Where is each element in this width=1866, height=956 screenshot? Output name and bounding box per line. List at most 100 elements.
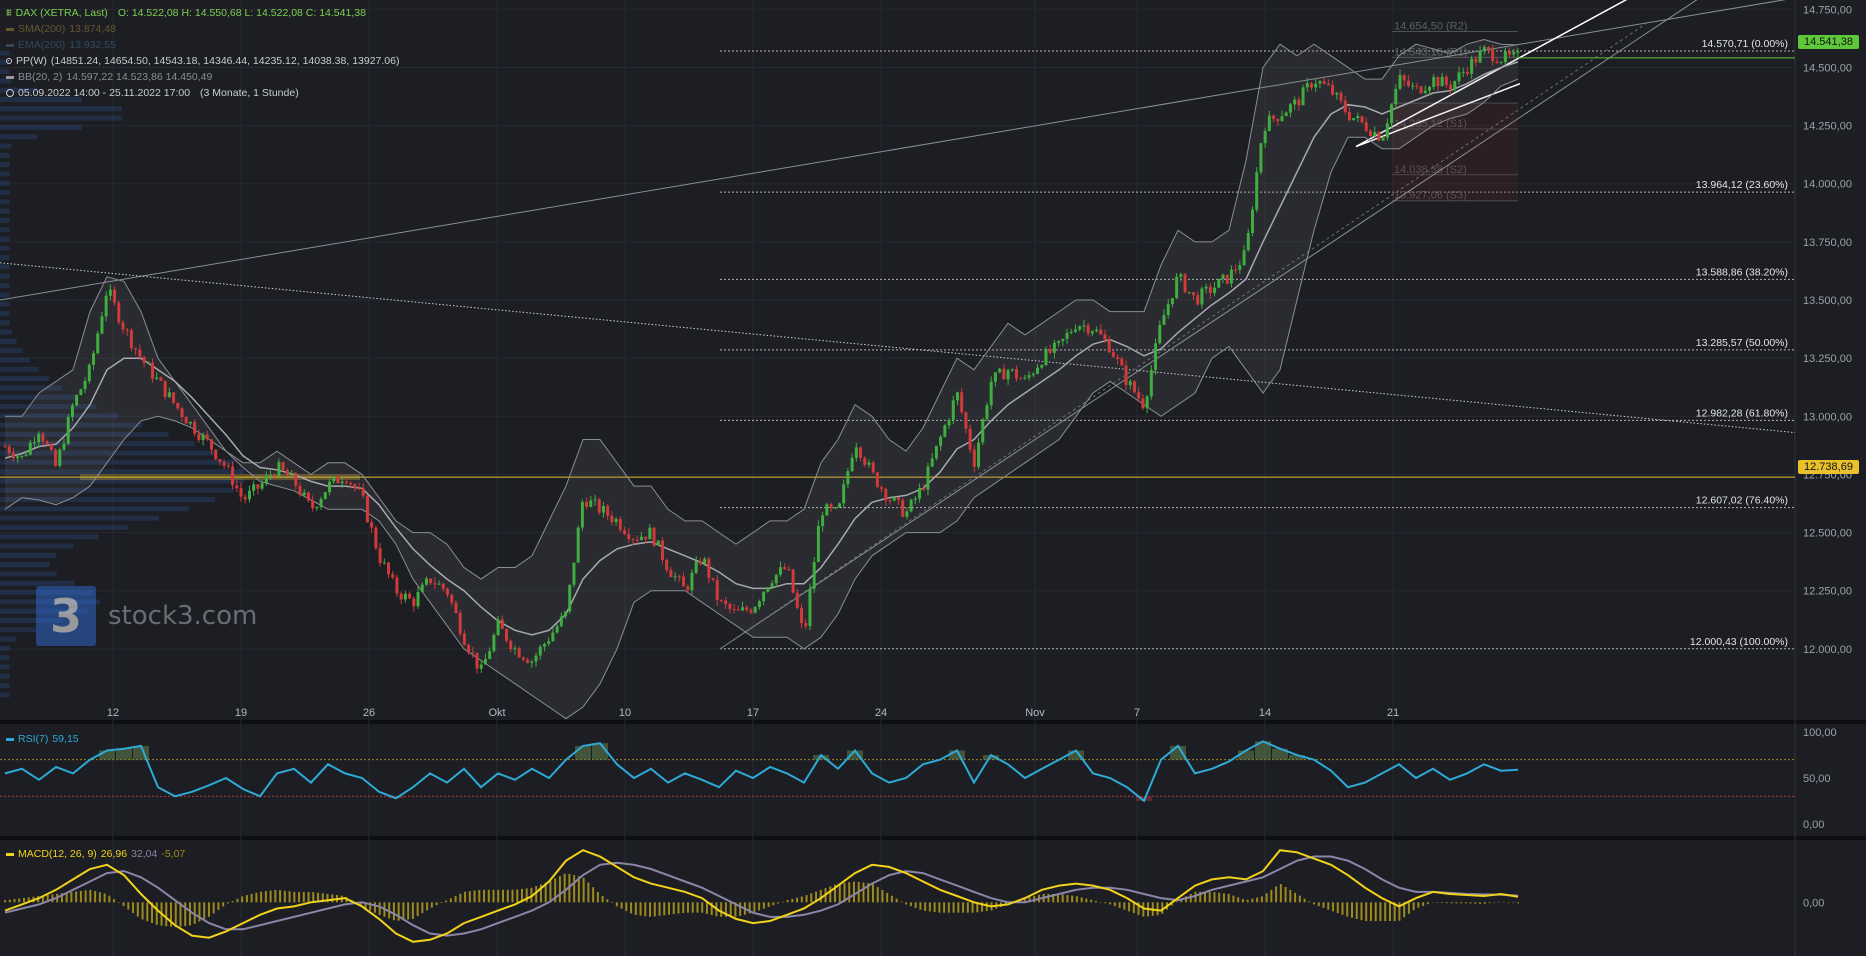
macd-histogram-bar [1502,901,1505,903]
fibonacci-level-label: 13.588,86 (38.20%) [1696,266,1788,278]
macd-histogram-bar [634,902,637,915]
macd-histogram-bar [1507,902,1510,903]
candle-body [197,433,201,440]
volume-profile-bar [0,217,10,223]
candle-body [49,444,53,450]
candle-body [669,570,673,578]
volume-profile-bar [0,366,39,372]
candle-body [218,459,222,462]
macd-histogram-bar [302,891,305,903]
candle-body [201,434,205,440]
candle-body [863,457,867,465]
macd-histogram-bar [79,890,82,903]
candle-body [601,506,605,513]
candle-body [378,548,382,563]
macd-histogram-bar [1128,902,1131,912]
macd-histogram-bar [274,889,277,903]
candle-body [142,356,146,363]
candle-body [509,640,513,650]
macd-histogram-bar [231,901,234,903]
candle-body [319,499,323,508]
candle-body [1179,274,1183,277]
candle-body [475,652,479,669]
macd-histogram-bar [89,889,92,903]
x-tick-label: 7 [1134,707,1140,719]
candle-body [311,500,315,509]
macd-histogram-bar [810,893,813,903]
candle-body [323,492,327,500]
volume-profile-bar [0,552,57,558]
macd-histogram-bar [767,902,770,907]
candle-body [1461,71,1465,73]
macd-histogram-bar [549,880,552,903]
macd-histogram-bar [924,902,927,911]
candle-body [1301,87,1305,106]
stock3-watermark: 3 stock3.com [36,586,257,646]
candle-body [1415,85,1419,87]
candle-body [256,484,260,489]
candle-body [83,381,87,390]
candle-body [441,583,445,589]
macd-histogram-bar [492,889,495,903]
candle-body [416,591,420,607]
volume-profile-bar [0,301,10,307]
candle-body [964,412,968,429]
candle-body [1280,116,1284,121]
macd-histogram-bar [245,895,248,903]
candle-body [458,612,462,634]
candle-body [783,567,787,570]
macd-histogram-bar [1123,902,1126,910]
macd-histogram-bar [905,902,908,905]
candle-body [1436,77,1440,87]
candle-body [1309,83,1313,88]
macd-histogram-bar [497,889,500,903]
x-tick-label: Okt [488,707,505,719]
candle-body [70,405,74,417]
candle-body [1491,49,1495,62]
candle-body [58,449,62,466]
candle-body [1132,381,1136,393]
pivot-points-icon [6,58,12,64]
y-tick-label: 13.750,00 [1803,237,1852,249]
macd-histogram-bar [1431,902,1434,903]
volume-profile-bar [0,562,50,568]
candle-body [656,540,660,546]
macd-histogram-bar [113,899,116,903]
candle-body [408,593,412,599]
y-tick-label: 14.500,00 [1803,62,1852,74]
candle-body [1234,269,1238,271]
candle-body [1208,286,1212,293]
candle-body [1360,116,1364,123]
macd-histogram-bar [1270,889,1273,903]
candle-body [1440,76,1444,87]
candle-body [1259,143,1263,173]
macd-histogram-bar [895,898,898,903]
candle-body [623,529,627,534]
candle-body [517,648,521,658]
macd-histogram-bar [241,896,244,903]
candle-body [741,607,745,611]
volume-profile-bar [0,134,38,140]
candle-body [1162,314,1166,325]
macd-histogram-bar [18,898,21,903]
macd-histogram-bar [985,902,988,912]
candle-body [745,607,749,610]
macd-histogram-bar [1350,902,1353,918]
x-tick-label: 17 [747,707,759,719]
macd-histogram-bar [1241,899,1244,903]
candle-body [934,445,938,459]
candle-body [1036,367,1040,374]
stock-chart[interactable]: 12 19 26 Okt 10 17 24 Nov 7 14 21 12.000,00 12.250,0… [0,0,1866,956]
macd-histogram-bar [805,895,808,903]
macd-histogram-bar [502,889,505,903]
macd-histogram-bar [373,902,376,913]
macd-histogram-bar [440,902,443,903]
macd-histogram-bar [1474,902,1477,904]
candle-body [859,447,863,458]
macd-histogram-bar [838,883,841,903]
candle-body [1023,377,1027,379]
candle-body [231,466,235,486]
macd-histogram-bar [293,891,296,903]
candle-body [349,482,353,485]
macd-histogram-bar [705,902,708,914]
